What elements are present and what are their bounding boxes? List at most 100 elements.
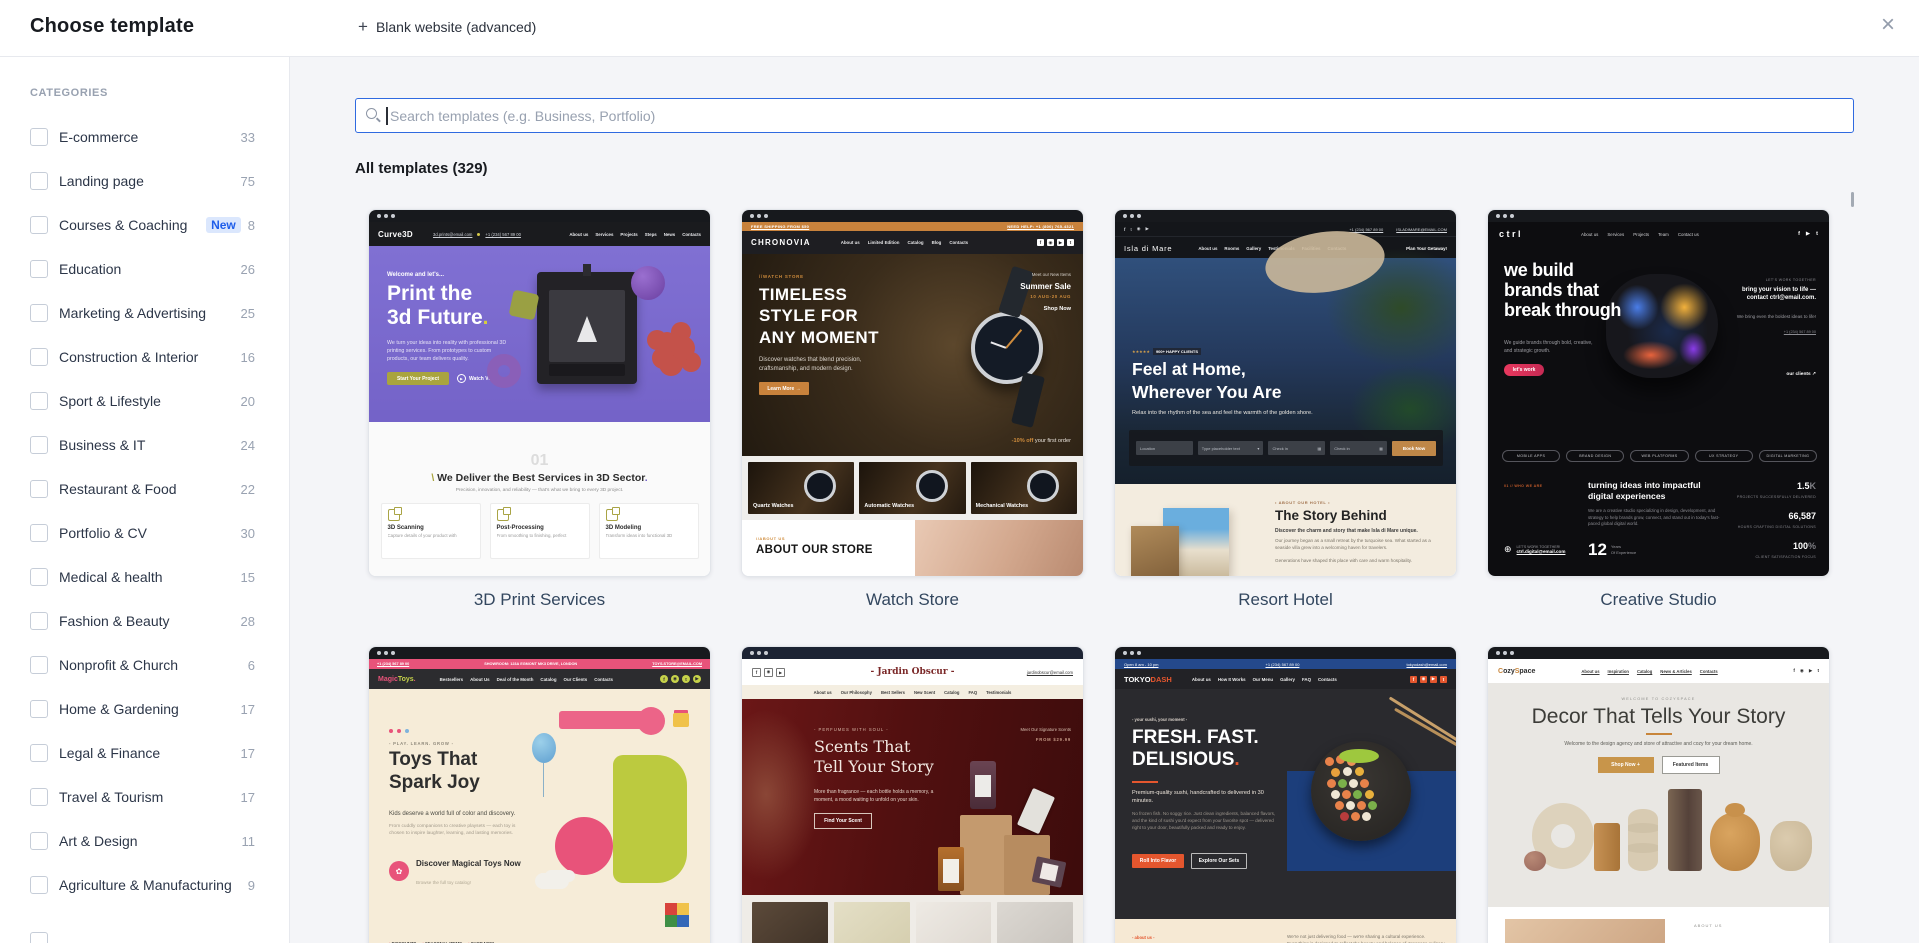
checkbox[interactable] [30,876,48,894]
social-icons: f ◉ ▶ t [1037,239,1074,246]
sidebar-item-restaurant-food[interactable]: Restaurant & Food 22 [0,467,289,511]
sidebar-item-business-it[interactable]: Business & IT 24 [0,423,289,467]
template-card-watch-store[interactable]: FREE SHIPPING FROM $50 NEED HELP: +1 (800… [741,209,1084,610]
sidebar-item-medical-health[interactable]: Medical & health 15 [0,555,289,599]
sidebar-item-home-gardening[interactable]: Home & Gardening 17 [0,687,289,731]
instagram-icon: ◉ [671,675,679,683]
sidebar-item-partial[interactable] [0,919,289,943]
site-phone: +1 (234) 567 89 00 [1349,226,1384,232]
site-navbar: Curve3D 3d.prints@email.com +1 (234) 567 … [369,222,710,246]
watch-hand [990,341,1007,349]
nav-link: Best Sellers [880,689,905,695]
hero-section: Welcome and let's... Print the 3d Future.… [369,246,710,422]
checkbox[interactable] [30,392,48,410]
sidebar-item-legal-finance[interactable]: Legal & Finance 17 [0,731,289,775]
category-count: 17 [240,789,255,805]
sidebar-item-marketing-advertising[interactable]: Marketing & Advertising 25 [0,291,289,335]
sidebar-item-sport-lifestyle[interactable]: Sport & Lifestyle 20 [0,379,289,423]
window-dot [391,651,395,655]
checkbox[interactable] [30,788,48,806]
sidebar-item-fashion-beauty[interactable]: Fashion & Beauty 28 [0,599,289,643]
who-kicker: 01 // WHO WE ARE [1504,484,1543,488]
social-icons: f ◉ ▶ [752,667,785,677]
nav-link: About us [569,231,589,237]
template-name[interactable]: Watch Store [741,590,1084,610]
search-input[interactable] [388,99,1822,132]
watch-thumb [915,470,948,502]
checkbox[interactable] [30,128,48,146]
checkbox[interactable] [30,524,48,542]
ball-graphic [631,266,665,300]
perfume-bottle [1016,787,1056,835]
hero-body: No frozen fish. No soggy rice. Just clea… [1132,811,1276,830]
close-icon[interactable]: × [1875,11,1901,39]
category-count: 15 [240,569,255,585]
nav-link: Rooms [1224,245,1240,251]
accent-bar [1132,781,1158,783]
aside-note: Meet our New Items [1031,272,1071,277]
template-card-decor[interactable]: CozySpace About us Inspiration Catalog News… [1487,646,1830,943]
years-label: Years Of Experience [1610,544,1637,555]
template-card-sushi[interactable]: Open 8 am - 10 pm +1 (234) 567 89 00 tokyo… [1114,646,1457,943]
sidebar-item-construction-interior[interactable]: Construction & Interior 16 [0,335,289,379]
checkbox[interactable] [30,304,48,322]
sidebar-item-portfolio-cv[interactable]: Portfolio & CV 30 [0,511,289,555]
secondary-cta-button: Explore Our Sets [1191,853,1247,869]
aside-phone: +1 (234) 567 89 00 [1783,330,1816,334]
sidebar-item-agriculture-manufacturing[interactable]: Agriculture & Manufacturing 9 [0,863,289,907]
hero-kicker: WELCOME TO COZYSPACE [1621,697,1696,701]
feature-desc: Capture details of your product with [387,533,457,538]
scrollbar-thumb[interactable] [1851,192,1854,207]
category-count: 11 [241,833,256,849]
stat-satisfaction: 100% CLIENT SATISFACTION FOCUS [1755,541,1816,559]
checkbox[interactable] [30,612,48,630]
template-name[interactable]: 3D Print Services [368,590,711,610]
category-count: 16 [240,349,255,365]
sidebar-item-art-design[interactable]: Art & Design 11 [0,819,289,863]
youtube-icon: ▶ [1145,226,1149,231]
checkbox[interactable] [30,436,48,454]
sidebar-item-landing-page[interactable]: Landing page 75 [0,159,289,203]
window-dot [1130,651,1134,655]
dot-icon [405,729,409,733]
checkbox[interactable] [30,700,48,718]
checkbox[interactable] [30,216,48,234]
checkbox[interactable] [30,348,48,366]
youtube-icon: ▶ [1057,239,1064,246]
template-card-perfume[interactable]: f ◉ ▶ - Jardin Obscur - jardinobscur@email… [741,646,1084,943]
nav-link: Catalog [540,676,557,682]
site-header: f ◉ ▶ - Jardin Obscur - jardinobscur@email… [742,659,1083,685]
hero-body: Welcome to the design agency and store o… [1564,741,1753,747]
twitter-icon: t [1817,668,1819,673]
hero-title: Feel at Home, Wherever You Are [1132,359,1282,402]
sidebar-item-courses-coaching[interactable]: Courses & Coaching New 8 [0,203,289,247]
booking-bar: Location Type placeholder text ▾ Check in… [1129,430,1443,466]
about-section: //ABOUT US ABOUT OUR STORE [742,520,1083,576]
sidebar-item-travel-tourism[interactable]: Travel & Tourism 17 [0,775,289,819]
template-card-toys[interactable]: +1 (234) 567 89 00 SHOWROOM: 123A EGMONT … [368,646,711,943]
template-card-creative-studio[interactable]: ctrl About us Services Projects Team Contact… [1487,209,1830,610]
sidebar-item-education[interactable]: Education 26 [0,247,289,291]
aside-title: Summer Sale [1020,282,1071,291]
template-name[interactable]: Creative Studio [1487,590,1830,610]
checkbox[interactable] [30,744,48,762]
checkbox[interactable] [30,260,48,278]
hero-kicker: - PLAY. LEARN. GROW - [389,741,454,746]
checkbox[interactable] [30,656,48,674]
section-title: \ We Deliver the Best Services in 3D Sec… [431,472,648,484]
sidebar-item-nonprofit-church[interactable]: Nonprofit & Church 6 [0,643,289,687]
checkbox[interactable] [30,932,48,943]
checkbox[interactable] [30,480,48,498]
sidebar-item-ecommerce[interactable]: E-commerce 33 [0,115,289,159]
template-card-resort-hotel[interactable]: f t ◉ ▶ +1 (234) 567 89 00 ISLADIMARE@EMAIL… [1114,209,1457,610]
checkbox[interactable] [30,832,48,850]
template-card-3d-print-services[interactable]: Curve3D 3d.prints@email.com +1 (234) 567 … [368,209,711,610]
checkbox[interactable] [30,568,48,586]
checkbox[interactable] [30,172,48,190]
template-name[interactable]: Resort Hotel [1114,590,1457,610]
social-icons: f ◉ ▶ t [1793,668,1819,674]
watch-tile: Quartz Watches [748,462,855,514]
modeling-icon [605,507,620,521]
nav-link: Catalog [944,689,960,695]
blank-website-button[interactable]: + Blank website (advanced) [352,14,542,39]
